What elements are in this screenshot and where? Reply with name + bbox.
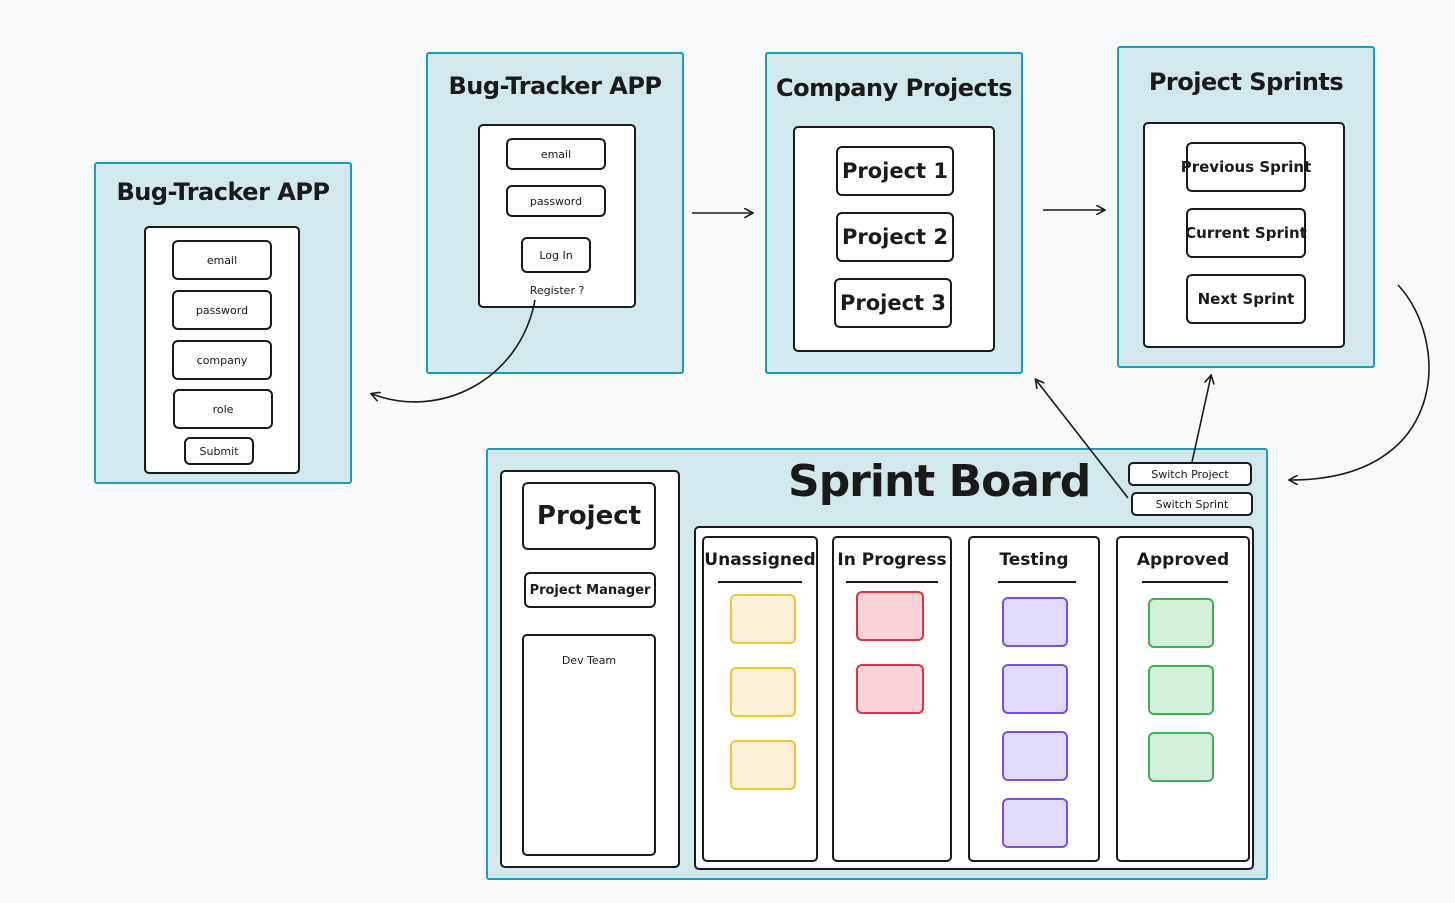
sprints-list-card: Previous Sprint Current Sprint Next Spri…	[1143, 122, 1345, 348]
task-card[interactable]	[1002, 597, 1068, 647]
register-password-field[interactable]: password	[172, 290, 272, 330]
project-name-box[interactable]: Project	[522, 482, 656, 550]
register-company-field[interactable]: company	[172, 340, 272, 380]
project-1-button[interactable]: Project 1	[836, 146, 954, 196]
column-title-underline	[718, 581, 802, 583]
sprints-screen-frame: Project Sprints Previous Sprint Current …	[1117, 46, 1375, 368]
register-submit-button[interactable]: Submit	[184, 437, 254, 465]
task-card[interactable]	[856, 591, 924, 641]
register-screen-frame: Bug-Tracker APP email password company r…	[94, 162, 352, 484]
kanban-board: Unassigned In Progress Testing Approved	[694, 526, 1254, 870]
current-sprint-button[interactable]: Current Sprint	[1185, 208, 1307, 258]
login-screen-title: Bug-Tracker APP	[448, 72, 662, 100]
kanban-column-testing: Testing	[968, 536, 1100, 862]
task-card[interactable]	[1002, 731, 1068, 781]
register-screen-title: Bug-Tracker APP	[116, 178, 330, 206]
register-email-field[interactable]: email	[172, 240, 272, 280]
task-card[interactable]	[1148, 665, 1214, 715]
column-title-underline	[998, 581, 1076, 583]
login-password-field[interactable]: password	[506, 185, 606, 217]
switch-sprint-button[interactable]: Switch Sprint	[1131, 492, 1253, 516]
kanban-column-approved: Approved	[1116, 536, 1250, 862]
task-card[interactable]	[856, 664, 924, 714]
login-email-field[interactable]: email	[506, 138, 606, 170]
column-title: In Progress	[837, 550, 947, 570]
task-card[interactable]	[730, 594, 796, 644]
sprint-board-frame: Sprint Board Switch Project Switch Sprin…	[486, 448, 1268, 880]
kanban-column-unassigned: Unassigned	[702, 536, 818, 862]
task-card[interactable]	[1148, 732, 1214, 782]
previous-sprint-button[interactable]: Previous Sprint	[1181, 142, 1311, 192]
board-sidebar: Project Project Manager Dev Team	[500, 470, 680, 868]
projects-screen-title: Company Projects	[776, 74, 1012, 102]
login-form-card: email password Log In Register ?	[478, 124, 636, 308]
task-card[interactable]	[1148, 598, 1214, 648]
register-form-card: email password company role Submit	[144, 226, 300, 474]
kanban-column-in-progress: In Progress	[832, 536, 952, 862]
column-title: Testing	[999, 550, 1069, 570]
column-title-underline	[846, 581, 938, 583]
task-card[interactable]	[730, 740, 796, 790]
column-title-underline	[1142, 581, 1228, 583]
projects-list-card: Project 1 Project 2 Project 3	[793, 126, 995, 352]
next-sprint-button[interactable]: Next Sprint	[1186, 274, 1306, 324]
sprint-board-title: Sprint Board	[788, 456, 1091, 507]
dev-team-box: Dev Team	[522, 634, 656, 856]
register-link[interactable]: Register ?	[480, 284, 634, 297]
sprints-screen-title: Project Sprints	[1148, 68, 1344, 96]
column-title: Unassigned	[704, 550, 816, 570]
project-2-button[interactable]: Project 2	[836, 212, 954, 262]
projects-screen-frame: Company Projects Project 1 Project 2 Pro…	[765, 52, 1023, 374]
register-role-field[interactable]: role	[173, 389, 273, 429]
task-card[interactable]	[1002, 798, 1068, 848]
dev-team-label: Dev Team	[561, 654, 617, 667]
login-button[interactable]: Log In	[521, 237, 591, 273]
column-title: Approved	[1136, 550, 1230, 570]
switch-project-button[interactable]: Switch Project	[1128, 462, 1252, 486]
diagram-canvas: Bug-Tracker APP email password company r…	[0, 0, 1455, 903]
task-card[interactable]	[1002, 664, 1068, 714]
project-manager-box[interactable]: Project Manager	[524, 572, 656, 608]
project-3-button[interactable]: Project 3	[834, 278, 952, 328]
login-screen-frame: Bug-Tracker APP email password Log In Re…	[426, 52, 684, 374]
task-card[interactable]	[730, 667, 796, 717]
